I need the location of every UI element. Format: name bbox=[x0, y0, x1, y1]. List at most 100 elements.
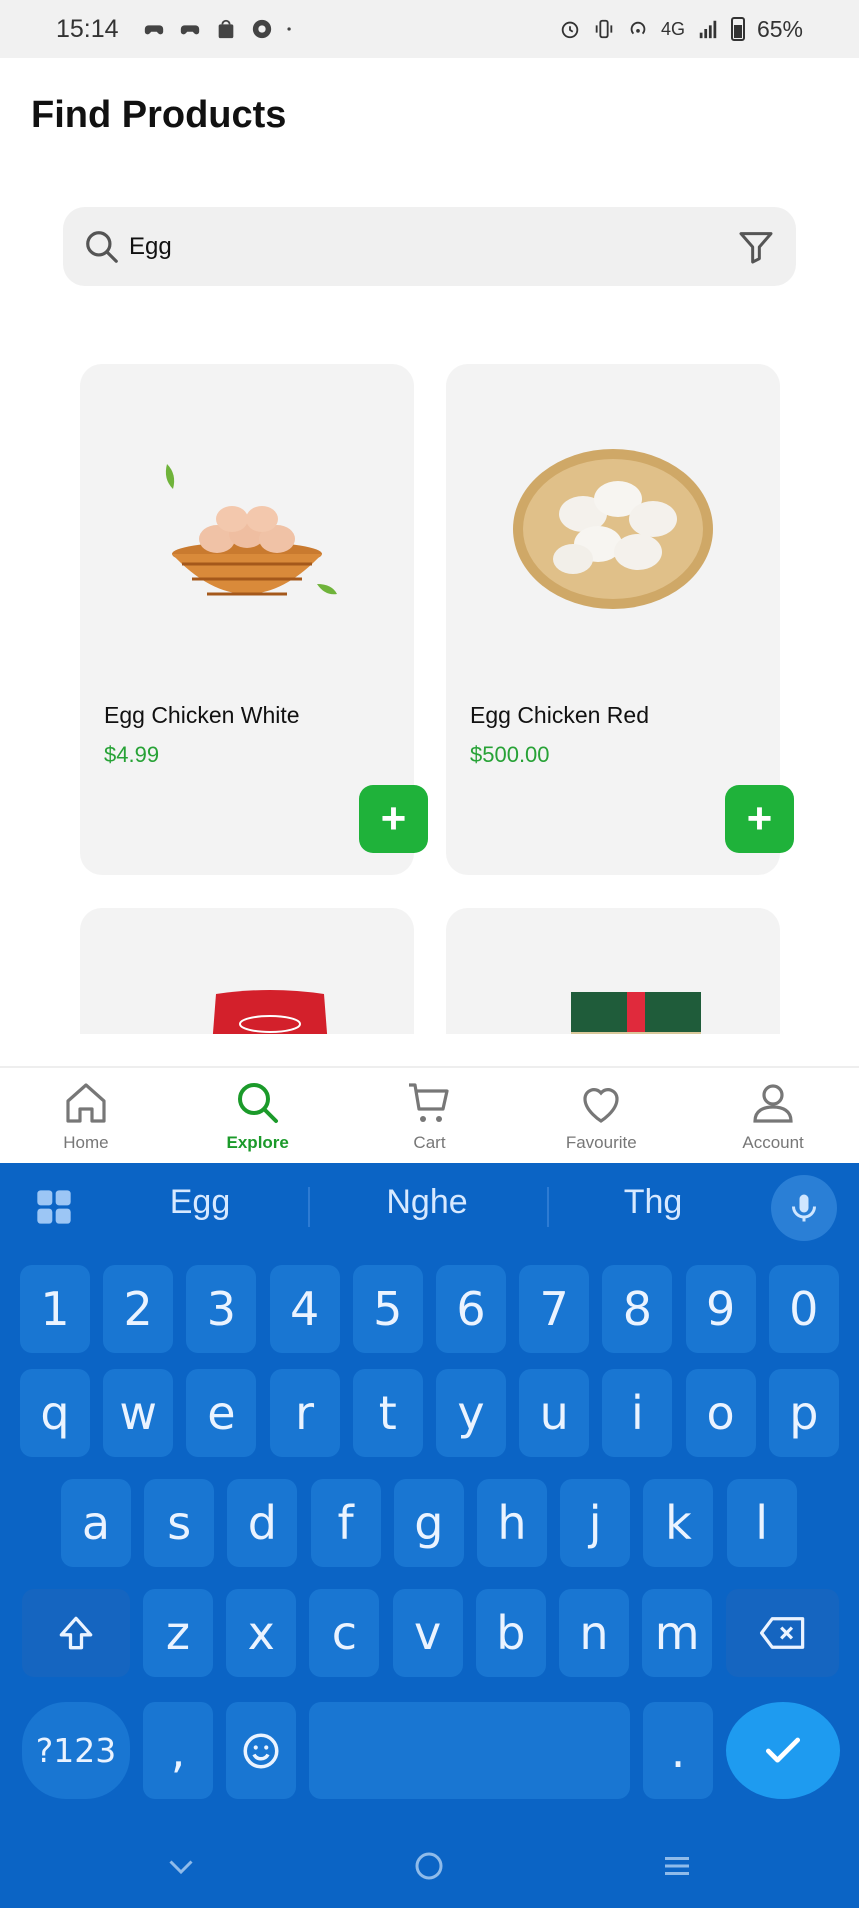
key-k[interactable]: k bbox=[643, 1479, 714, 1567]
cart-icon bbox=[409, 1082, 450, 1122]
nav-home[interactable]: Home bbox=[0, 1068, 172, 1163]
key-s[interactable]: s bbox=[144, 1479, 215, 1567]
plus-icon: + bbox=[746, 794, 773, 843]
key-u[interactable]: u bbox=[519, 1369, 590, 1457]
alarm-icon bbox=[561, 21, 579, 39]
key-a[interactable]: a bbox=[61, 1479, 131, 1567]
key-6[interactable]: 6 bbox=[436, 1265, 506, 1353]
key-8[interactable]: 8 bbox=[602, 1265, 673, 1353]
key-c[interactable]: c bbox=[309, 1589, 380, 1677]
chevron-down-icon[interactable] bbox=[163, 1848, 199, 1884]
status-bar: 15:14 4G 65% bbox=[0, 0, 859, 58]
key-g[interactable]: g bbox=[393, 1479, 464, 1567]
suggestion-strip: Egg Nghe Thg bbox=[0, 1163, 859, 1249]
key-x[interactable]: x bbox=[226, 1589, 297, 1677]
shift-key[interactable] bbox=[22, 1589, 130, 1677]
key-o[interactable]: o bbox=[685, 1369, 756, 1457]
key-0[interactable]: 0 bbox=[768, 1265, 839, 1353]
football-icon bbox=[252, 19, 271, 39]
product-card[interactable] bbox=[80, 908, 414, 1034]
key-t[interactable]: t bbox=[352, 1369, 423, 1457]
hotspot-icon bbox=[630, 21, 646, 35]
shift-arrow-icon bbox=[59, 1616, 93, 1650]
suggestion[interactable]: Thg bbox=[553, 1183, 753, 1222]
product-card[interactable] bbox=[446, 908, 780, 1034]
emoji-key[interactable] bbox=[226, 1702, 296, 1799]
product-card[interactable]: Egg Chicken Red $500.00 + bbox=[446, 364, 794, 875]
key-b[interactable]: b bbox=[475, 1589, 546, 1677]
game-controller-icon bbox=[144, 25, 163, 35]
nav-label: Cart bbox=[413, 1132, 446, 1152]
product-package-image bbox=[212, 990, 328, 1034]
search-input[interactable] bbox=[129, 232, 736, 261]
key-i[interactable]: i bbox=[602, 1369, 673, 1457]
key-y[interactable]: y bbox=[436, 1369, 506, 1457]
filter-icon[interactable] bbox=[736, 227, 776, 267]
nav-cart[interactable]: Cart bbox=[344, 1068, 516, 1163]
dot-icon bbox=[286, 27, 291, 31]
key-9[interactable]: 9 bbox=[685, 1265, 756, 1353]
key-3[interactable]: 3 bbox=[186, 1265, 257, 1353]
key-2[interactable]: 2 bbox=[103, 1265, 174, 1353]
menu-icon[interactable] bbox=[659, 1848, 695, 1884]
product-name: Egg Chicken White bbox=[104, 702, 300, 728]
space-key[interactable] bbox=[309, 1702, 630, 1799]
key-r[interactable]: r bbox=[269, 1369, 340, 1457]
search-bar[interactable] bbox=[63, 207, 796, 286]
bottom-nav: Home Explore Cart Favourite Account bbox=[0, 1066, 859, 1163]
key-d[interactable]: d bbox=[227, 1479, 298, 1567]
product-price: $4.99 bbox=[104, 742, 160, 767]
symbols-key[interactable]: ?123 bbox=[22, 1702, 130, 1799]
key-v[interactable]: v bbox=[392, 1589, 463, 1677]
key-e[interactable]: e bbox=[186, 1369, 257, 1457]
search-icon bbox=[237, 1082, 278, 1123]
key-n[interactable]: n bbox=[559, 1589, 629, 1677]
nav-favourite[interactable]: Favourite bbox=[515, 1068, 687, 1163]
key-1[interactable]: 1 bbox=[20, 1265, 90, 1353]
nav-explore[interactable]: Explore bbox=[172, 1068, 344, 1163]
suggestion-divider bbox=[547, 1187, 549, 1227]
status-time: 15:14 bbox=[56, 14, 119, 43]
key-4[interactable]: 4 bbox=[269, 1265, 340, 1353]
battery-level: 65% bbox=[756, 15, 803, 42]
key-f[interactable]: f bbox=[310, 1479, 381, 1567]
page-title: Find Products bbox=[31, 94, 287, 136]
signal-icon bbox=[699, 20, 717, 39]
heart-icon bbox=[583, 1087, 619, 1123]
system-navigation bbox=[0, 1824, 859, 1908]
period-key[interactable]: . bbox=[643, 1702, 713, 1799]
key-p[interactable]: p bbox=[768, 1369, 839, 1457]
voice-input-button[interactable] bbox=[771, 1175, 837, 1241]
key-j[interactable]: j bbox=[560, 1479, 631, 1567]
key-h[interactable]: h bbox=[477, 1479, 547, 1567]
vibrate-icon bbox=[595, 19, 613, 39]
product-price: $500.00 bbox=[470, 742, 550, 767]
backspace-key[interactable] bbox=[726, 1589, 839, 1677]
game-controller-icon bbox=[180, 25, 199, 35]
key-z[interactable]: z bbox=[143, 1589, 213, 1677]
nav-account[interactable]: Account bbox=[687, 1068, 859, 1163]
key-q[interactable]: q bbox=[20, 1369, 90, 1457]
shopping-bag-icon bbox=[218, 19, 233, 39]
suggestion[interactable]: Egg bbox=[100, 1183, 300, 1222]
suggestion[interactable]: Nghe bbox=[327, 1183, 527, 1222]
enter-key[interactable] bbox=[726, 1702, 840, 1799]
comma-key[interactable]: , bbox=[143, 1702, 213, 1799]
backspace-icon bbox=[759, 1617, 804, 1649]
product-name: Egg Chicken Red bbox=[470, 702, 649, 728]
key-7[interactable]: 7 bbox=[519, 1265, 590, 1353]
key-l[interactable]: l bbox=[726, 1479, 797, 1567]
search-icon bbox=[86, 230, 118, 263]
egg-basket-image bbox=[513, 449, 713, 609]
key-5[interactable]: 5 bbox=[352, 1265, 423, 1353]
home-circle-icon[interactable] bbox=[411, 1848, 447, 1884]
on-screen-keyboard: Egg Nghe Thg 1234567890 qwertyuiop asdfghj… bbox=[0, 1163, 859, 1908]
nav-label: Home bbox=[63, 1132, 109, 1152]
key-m[interactable]: m bbox=[642, 1589, 713, 1677]
key-w[interactable]: w bbox=[103, 1369, 174, 1457]
apps-grid-icon[interactable] bbox=[34, 1187, 74, 1227]
add-to-cart-button[interactable]: + bbox=[359, 785, 428, 853]
user-icon bbox=[753, 1083, 793, 1123]
product-card[interactable]: Egg Chicken White $4.99 + bbox=[80, 364, 428, 875]
add-to-cart-button[interactable]: + bbox=[725, 785, 794, 853]
